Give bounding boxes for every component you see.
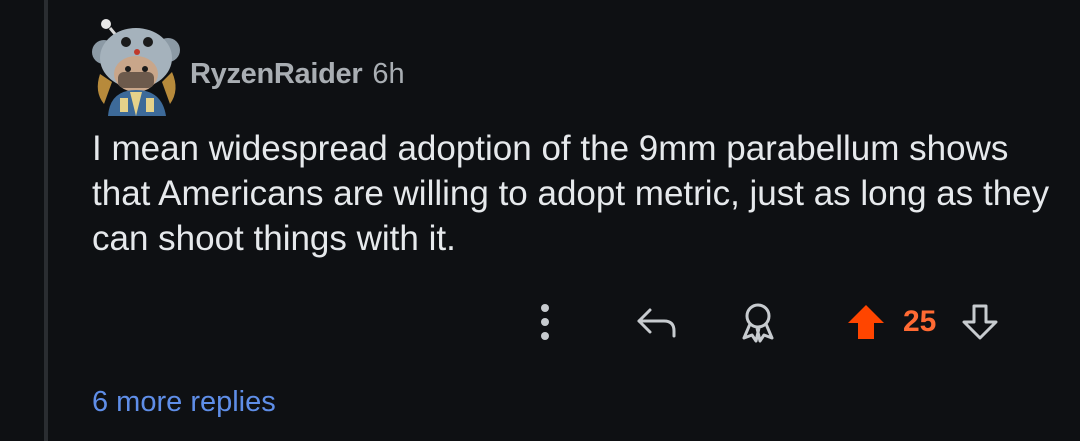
reply-arrow-icon (637, 308, 676, 338)
upvote-button[interactable] (842, 296, 890, 348)
downvote-arrow-icon (962, 304, 998, 340)
comment-age: 6h (372, 58, 405, 90)
downvote-button[interactable] (956, 296, 1004, 348)
vertical-dots-icon (541, 304, 549, 340)
reply-button[interactable] (630, 296, 684, 348)
thread-line[interactable] (44, 0, 48, 441)
upvote-arrow-icon (848, 305, 884, 339)
author-name[interactable]: RyzenRaider (190, 58, 363, 91)
comment-body: I mean widespread adoption of the 9mm pa… (92, 129, 1050, 258)
avatar-image (92, 19, 180, 116)
comment-actions: 25 (0, 296, 1080, 348)
award-ribbon-icon (742, 303, 774, 343)
avatar[interactable] (90, 12, 186, 116)
more-replies-link[interactable]: 6 more replies (92, 386, 276, 419)
comment-meta: RyzenRaider 6h (190, 58, 405, 98)
vote-score: 25 (903, 305, 937, 338)
more-options-button[interactable] (525, 296, 565, 348)
award-button[interactable] (733, 296, 783, 348)
